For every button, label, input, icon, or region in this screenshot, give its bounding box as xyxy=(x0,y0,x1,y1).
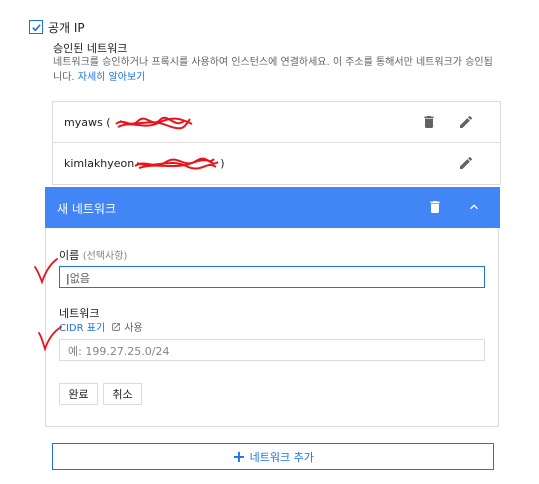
cidr-link[interactable]: CIDR 표기 xyxy=(59,323,105,334)
authorized-networks-description: 네트워크를 승인하거나 프록시를 사용하여 인스턴스에 연결하세요. 이 주소를… xyxy=(53,55,493,85)
collapse-button[interactable] xyxy=(465,198,483,216)
add-network-button[interactable]: + 네트워크 추가 xyxy=(52,443,494,470)
redaction-scribble xyxy=(134,157,219,170)
optional-hint: (선택사항) xyxy=(82,251,128,262)
delete-network-button[interactable] xyxy=(420,113,438,131)
trash-icon xyxy=(430,201,440,213)
trash-icon xyxy=(424,116,434,128)
new-network-title: 새 네트워크 xyxy=(57,202,117,216)
network-name-text: myaws ( xyxy=(64,116,111,129)
name-input[interactable]: |없음 xyxy=(59,266,485,288)
name-input-value: 없음 xyxy=(69,272,90,285)
done-button[interactable]: 완료 xyxy=(59,383,98,405)
external-link-icon xyxy=(112,323,120,331)
chevron-up-icon xyxy=(470,204,478,210)
cancel-button[interactable]: 취소 xyxy=(103,383,142,405)
edit-icon xyxy=(460,156,473,169)
add-network-label: 네트워크 추가 xyxy=(249,450,314,464)
network-name: myaws ( xyxy=(64,115,194,131)
network-row: kimlakhyeon ) xyxy=(53,143,500,183)
new-network-header: 새 네트워크 xyxy=(45,187,500,228)
name-label-text: 이름 xyxy=(59,249,80,262)
network-name-suffix: ) xyxy=(220,157,225,170)
cidr-help: CIDR 표기 사용 xyxy=(59,319,143,334)
network-list: myaws ( kimlakhyeon ) xyxy=(52,101,501,185)
network-input[interactable]: 예: 199.27.25.0/24 xyxy=(59,339,485,361)
new-network-panel: 새 네트워크 이름 (선택사항) |없음 네트워크 CIDR 표기 사용 예: … xyxy=(45,187,500,427)
plus-icon: + xyxy=(232,446,246,466)
edit-network-button[interactable] xyxy=(457,113,475,131)
edit-icon xyxy=(460,115,473,128)
name-field-label: 이름 (선택사항) xyxy=(59,247,127,263)
authorized-networks-title: 승인된 네트워크 xyxy=(53,42,128,55)
network-name: kimlakhyeon ) xyxy=(64,156,225,172)
annotation-check-mark xyxy=(38,326,62,352)
delete-new-network-button[interactable] xyxy=(426,198,444,216)
learn-more-link[interactable]: 자세히 알아보기 xyxy=(78,72,146,83)
network-row: myaws ( xyxy=(53,102,500,143)
usage-text: 사용 xyxy=(124,323,143,334)
check-icon xyxy=(31,23,41,31)
public-ip-label: 공개 IP xyxy=(48,21,85,35)
network-name-text: kimlakhyeon xyxy=(64,157,135,170)
edit-network-button[interactable] xyxy=(457,154,475,172)
annotation-check-mark xyxy=(34,258,58,285)
redaction-scribble xyxy=(115,116,193,130)
public-ip-checkbox[interactable] xyxy=(29,20,43,34)
